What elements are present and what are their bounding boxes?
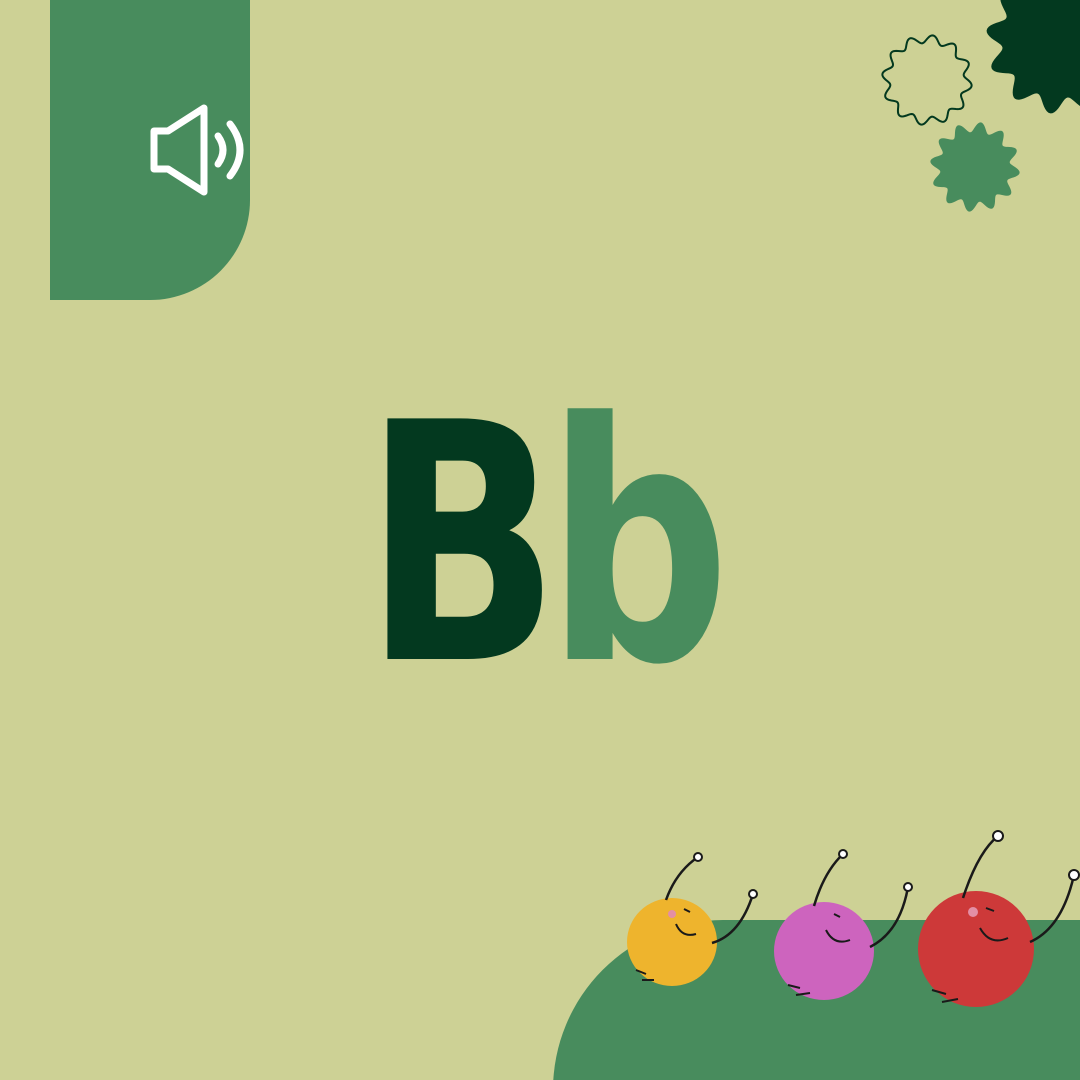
yellow-creature <box>627 852 758 986</box>
creatures-illustration <box>627 830 1080 1007</box>
gear-outline-icon <box>881 34 973 126</box>
letter-display: Bb <box>119 380 961 710</box>
lowercase-letter: b <box>545 353 730 737</box>
speaker-volume-icon <box>150 104 244 196</box>
sound-button[interactable] <box>50 0 250 300</box>
red-creature <box>918 830 1080 1007</box>
purple-creature <box>774 849 913 1000</box>
uppercase-letter: B <box>363 353 560 737</box>
gear-green-icon <box>930 122 1020 212</box>
decorative-gears <box>881 0 1080 212</box>
flashcard-page: Bb <box>0 0 1080 1080</box>
gear-dark-icon <box>986 0 1080 114</box>
